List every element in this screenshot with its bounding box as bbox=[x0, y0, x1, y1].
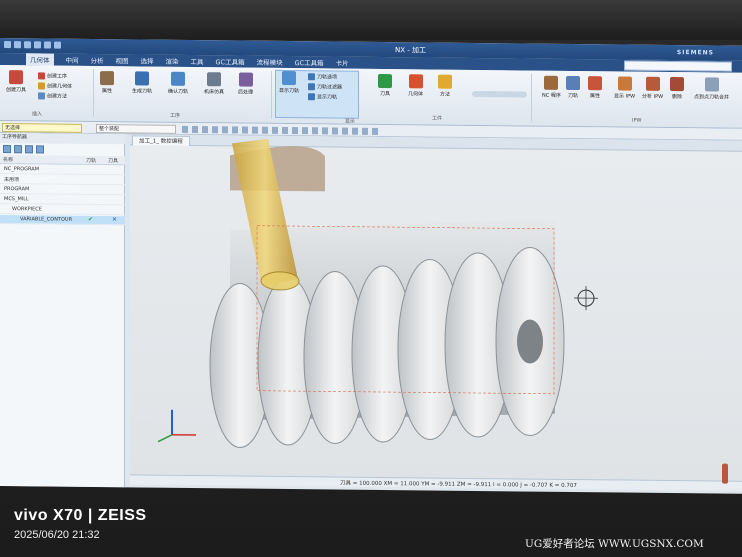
center-bore bbox=[517, 319, 543, 364]
wcs-triad bbox=[157, 409, 196, 443]
view-center-icon[interactable] bbox=[574, 286, 598, 311]
viewport-scrollbar[interactable] bbox=[722, 463, 728, 484]
tool-tip bbox=[260, 271, 300, 291]
cad-scene bbox=[157, 138, 598, 449]
photo-frame: NX - 加工 SIEMENS 几何体 中间 分析 视图 选择 渲染 工具 GC工具箱 流程模块… bbox=[0, 0, 742, 557]
photo-timestamp: 2025/06/20 21:32 bbox=[14, 529, 100, 541]
nx-screen: NX - 加工 SIEMENS 几何体 中间 分析 视图 选择 渲染 工具 GC工具箱 流程模块… bbox=[0, 38, 742, 494]
forum-watermark: UG爱好者论坛 WWW.UGSNX.COM bbox=[525, 538, 704, 550]
camera-watermark: vivo X70 | ZEISS bbox=[14, 507, 147, 524]
monitor-bezel bbox=[0, 0, 742, 40]
